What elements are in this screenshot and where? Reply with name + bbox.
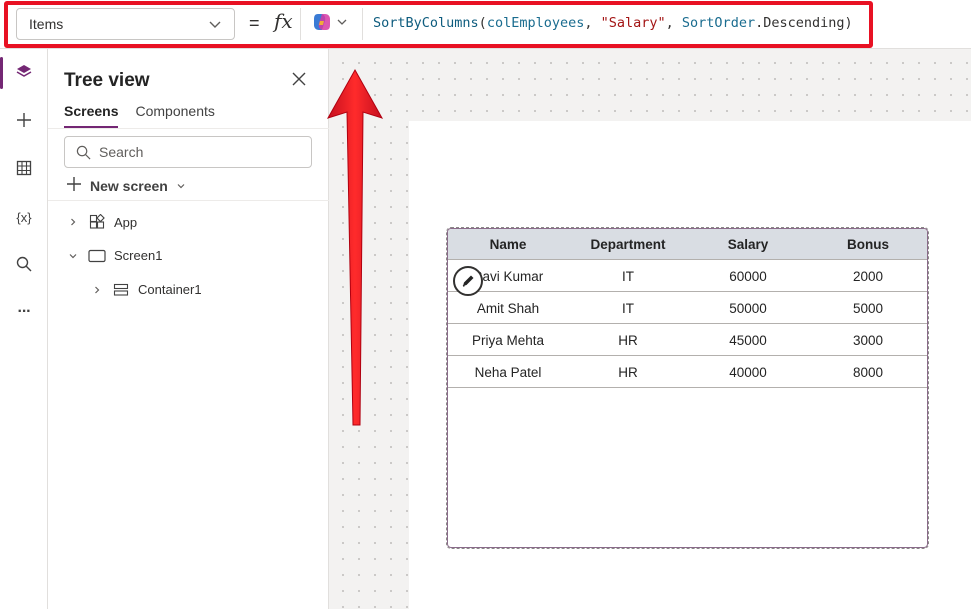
tree-node-label: App xyxy=(114,214,138,230)
chevron-down-icon xyxy=(336,15,348,33)
chevron-down-icon xyxy=(66,251,80,261)
cell-name: Neha Patel xyxy=(474,364,542,380)
search-button[interactable] xyxy=(0,246,48,286)
tree-node-screen1[interactable]: Screen1 xyxy=(66,248,162,263)
close-icon xyxy=(292,72,306,86)
canvas: Name Department Salary Bonus Ravi Kumar … xyxy=(329,49,971,609)
tab-list: Screens Components xyxy=(64,103,215,128)
cell-salary: 40000 xyxy=(729,364,767,380)
formula-separator: , xyxy=(584,15,601,31)
divider xyxy=(48,128,329,129)
chevron-down-icon xyxy=(176,178,186,194)
formula-collection: colEmployees xyxy=(486,15,585,31)
tree-node-label: Screen1 xyxy=(114,248,163,263)
formula-string: "Salary" xyxy=(600,15,666,31)
search-placeholder: Search xyxy=(99,144,144,160)
tree-view-panel: Tree view Screens Components Search New … xyxy=(48,49,329,609)
property-dropdown-value: Items xyxy=(29,16,64,32)
cell-salary: 60000 xyxy=(729,268,767,284)
tree-node-app[interactable]: App xyxy=(66,214,137,230)
table-header-row: Name Department Salary Bonus xyxy=(448,229,927,260)
screen-icon xyxy=(88,249,106,263)
formula-function: SortByColumns xyxy=(373,15,479,31)
more-button[interactable]: ··· xyxy=(0,292,48,332)
variables-icon: {x} xyxy=(16,209,32,225)
cell-department: HR xyxy=(618,364,638,380)
copilot-button[interactable] xyxy=(312,12,352,36)
fx-icon: fx xyxy=(274,9,293,33)
formula-bar: Items = fx SortByColumns(colEmployees, "… xyxy=(0,0,971,49)
cell-bonus: 3000 xyxy=(852,332,884,348)
left-rail: {x} ··· xyxy=(0,49,48,609)
tree-node-label: Container1 xyxy=(138,282,202,297)
more-icon: ··· xyxy=(17,303,32,320)
plus-icon xyxy=(15,111,33,134)
tab-screens[interactable]: Screens xyxy=(64,103,119,128)
cell-department: IT xyxy=(622,268,634,284)
chevron-right-icon xyxy=(66,217,80,227)
table-row[interactable]: Priya Mehta HR 45000 3000 xyxy=(448,324,927,356)
power-apps-studio: Items = fx SortByColumns(colEmployees, "… xyxy=(0,0,971,609)
search-icon xyxy=(76,145,91,163)
formula-paren-close: ) xyxy=(844,15,853,31)
cell-name: Amit Shah xyxy=(476,300,540,316)
data-button[interactable] xyxy=(0,150,48,190)
plus-icon xyxy=(66,176,82,195)
formula-separator: , xyxy=(665,15,682,31)
header-bonus: Bonus xyxy=(847,237,889,252)
panel-title: Tree view xyxy=(64,70,150,91)
tab-components[interactable]: Components xyxy=(135,103,214,128)
grid-icon xyxy=(16,160,32,181)
close-button[interactable] xyxy=(291,71,309,89)
cell-bonus: 2000 xyxy=(852,268,884,284)
formula-enum: SortOrder xyxy=(681,15,756,31)
variables-button[interactable]: {x} xyxy=(0,197,48,237)
divider xyxy=(300,8,301,40)
cell-bonus: 8000 xyxy=(852,364,884,380)
formula-enum-member: .Descending xyxy=(755,15,845,31)
layers-icon xyxy=(15,63,33,86)
search-input[interactable]: Search xyxy=(64,136,312,168)
cell-salary: 50000 xyxy=(729,300,767,316)
property-dropdown[interactable]: Items xyxy=(16,8,235,40)
copilot-icon xyxy=(312,12,332,37)
cell-salary: 45000 xyxy=(729,332,767,348)
search-icon xyxy=(16,256,32,277)
new-screen-button[interactable]: New screen xyxy=(66,176,186,195)
cell-name: Priya Mehta xyxy=(471,332,545,348)
chevron-right-icon xyxy=(90,285,104,295)
header-department: Department xyxy=(590,237,666,252)
header-salary: Salary xyxy=(727,237,769,252)
chevron-down-icon xyxy=(208,17,222,34)
formula-input[interactable]: SortByColumns(colEmployees, "Salary", So… xyxy=(373,15,853,31)
app-icon xyxy=(88,214,106,230)
cell-department: HR xyxy=(618,332,638,348)
formula-paren-open: ( xyxy=(478,15,487,31)
cell-bonus: 5000 xyxy=(852,300,884,316)
divider xyxy=(362,8,363,40)
equals-sign: = xyxy=(249,13,260,33)
container-icon xyxy=(112,283,130,297)
tree-node-container1[interactable]: Container1 xyxy=(90,282,202,297)
table-row[interactable]: Amit Shah IT 50000 5000 xyxy=(448,292,927,324)
header-name: Name xyxy=(489,237,527,252)
table-row[interactable]: Ravi Kumar IT 60000 2000 xyxy=(448,260,927,296)
tree-view-button[interactable] xyxy=(0,54,48,94)
cell-department: IT xyxy=(622,300,634,316)
insert-button[interactable] xyxy=(0,102,48,142)
table-row[interactable]: Neha Patel HR 40000 8000 xyxy=(448,356,927,388)
employee-table[interactable]: Name Department Salary Bonus Ravi Kumar … xyxy=(447,228,928,548)
new-screen-label: New screen xyxy=(90,177,168,194)
divider xyxy=(48,200,329,201)
